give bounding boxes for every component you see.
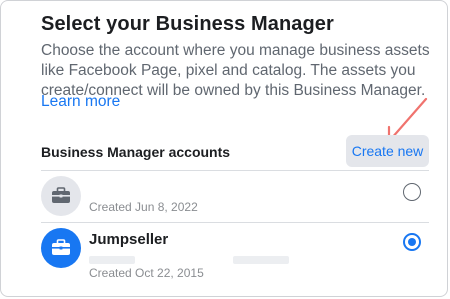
- dialog-title: Select your Business Manager: [41, 13, 334, 35]
- briefcase-icon: [52, 187, 70, 203]
- account-radio-selected[interactable]: [403, 233, 421, 251]
- dialog-panel: Select your Business Manager Choose the …: [0, 0, 448, 297]
- account-name: Jumpseller: [89, 231, 169, 248]
- redacted-text: [233, 256, 289, 264]
- divider: [41, 170, 429, 171]
- account-avatar: [41, 176, 81, 216]
- dialog-description: Choose the account where you manage busi…: [41, 42, 430, 99]
- redacted-text: [89, 256, 135, 264]
- accounts-section-label: Business Manager accounts: [41, 144, 231, 160]
- divider: [41, 222, 429, 223]
- learn-more-link[interactable]: Learn more: [41, 93, 120, 111]
- briefcase-icon: [52, 239, 70, 255]
- account-avatar: [41, 228, 81, 268]
- account-created-date: Created Jun 8, 2022: [89, 200, 198, 214]
- account-radio[interactable]: [403, 183, 421, 201]
- create-new-button[interactable]: Create new: [346, 135, 429, 167]
- account-created-date: Created Oct 22, 2015: [89, 266, 204, 280]
